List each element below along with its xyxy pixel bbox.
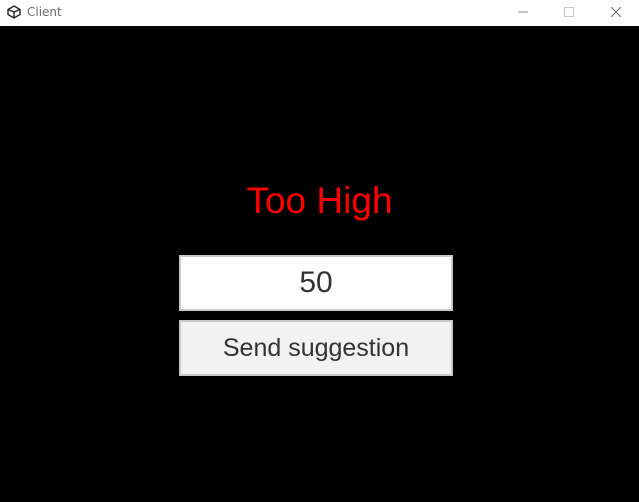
game-area: Too High Send suggestion: [0, 26, 639, 502]
guess-input[interactable]: [179, 255, 453, 311]
title-bar[interactable]: Client: [0, 0, 639, 26]
send-suggestion-button[interactable]: Send suggestion: [179, 320, 453, 376]
maximize-button[interactable]: [546, 0, 592, 26]
unity-logo-icon: [7, 5, 21, 19]
guess-feedback-text: Too High: [246, 180, 393, 221]
maximize-icon: [564, 7, 574, 17]
window-title: Client: [27, 5, 62, 19]
close-button[interactable]: [593, 0, 639, 26]
minimize-button[interactable]: [500, 0, 546, 26]
minimize-icon: [518, 11, 528, 13]
close-icon: [611, 7, 621, 17]
app-window: Client Too High Send suggestion: [0, 0, 639, 502]
